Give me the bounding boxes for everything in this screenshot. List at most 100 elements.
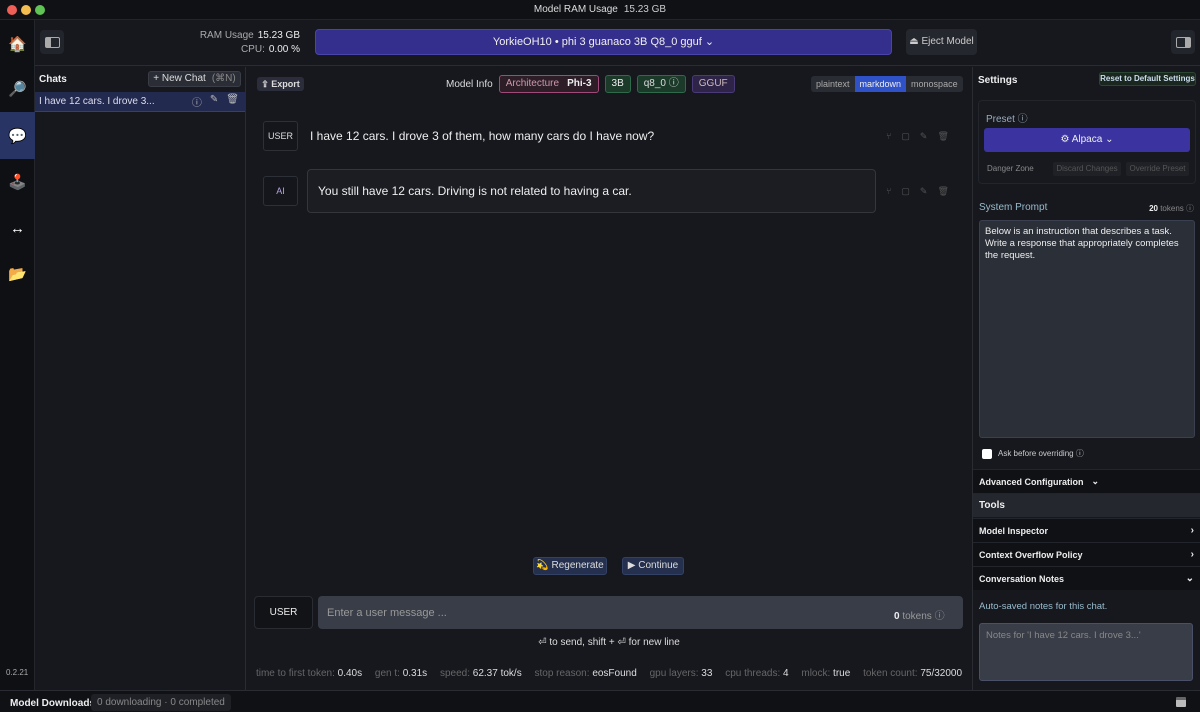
section-label: Model Inspector (979, 525, 1049, 536)
arrows-icon: ↔ (10, 219, 25, 237)
model-downloads-label[interactable]: Model Downloads (10, 698, 95, 709)
chat-list-item[interactable]: I have 12 cars. I drove 3... ⓘ ✎ 🗑︎ (35, 92, 245, 112)
chat-icon: 💬 (8, 127, 27, 145)
cpu-label: CPU: (240, 44, 265, 55)
section-label: Advanced Configuration (979, 476, 1084, 487)
home-icon: 🏠 (8, 36, 27, 53)
quant-badge[interactable]: q8_0 ⓘ (636, 75, 686, 93)
conversation-notes-input[interactable] (979, 623, 1193, 681)
chat-title: I have 12 cars. I drove 3... (39, 96, 155, 107)
copy-icon[interactable]: ▢ (901, 186, 910, 197)
message-text: You still have 12 cars. Driving is not r… (307, 169, 876, 213)
preset-label: Preset ⓘ (986, 114, 1028, 125)
input-role-toggle[interactable]: USER (254, 596, 313, 629)
title-bar: Model RAM Usage 15.23 GB (0, 0, 1200, 20)
new-chat-label: + New Chat (153, 73, 206, 84)
conversation-notes-section[interactable]: Conversation Notes ⌄ (973, 566, 1200, 590)
message-ai: AI You still have 12 cars. Driving is no… (263, 169, 876, 213)
stat: cpu threads: 4 (725, 668, 789, 679)
resource-usage: RAM Usage 15.23 GB CPU: 0.00 % (185, 29, 300, 57)
section-label: Tools (979, 500, 1005, 511)
edit-icon[interactable]: ✎ (920, 186, 928, 197)
architecture-label: Architecture (505, 78, 560, 89)
model-inspector-section[interactable]: Model Inspector › (973, 518, 1200, 542)
discard-changes-button[interactable]: Discard Changes (1053, 162, 1121, 176)
model-info: Model Info Architecture Phi-3 3B q8_0 ⓘ G… (446, 75, 735, 93)
message-actions: ⑂ ▢ ✎ 🗑︎ (886, 186, 949, 197)
message-user: USER I have 12 cars. I drove 3 of them, … (263, 121, 654, 151)
token-value: 20 (1149, 204, 1158, 213)
search-icon: 🔎 (8, 81, 27, 98)
downloads-status[interactable]: 0 downloading · 0 completed (91, 694, 231, 711)
danger-zone-label: Danger Zone (987, 164, 1034, 173)
new-chat-button[interactable]: + New Chat (⌘N) (148, 71, 241, 87)
toggle-left-panel-button[interactable] (40, 30, 64, 54)
joystick-icon: 🕹️ (8, 174, 27, 191)
regenerate-button[interactable]: 💫 Regenerate (533, 557, 607, 575)
override-preset-button[interactable]: Override Preset (1126, 162, 1189, 176)
stat: stop reason: eosFound (534, 668, 637, 679)
branch-icon[interactable]: ⑂ (886, 186, 891, 197)
architecture-badge: Architecture Phi-3 (498, 75, 599, 93)
info-icon[interactable]: ⓘ (192, 94, 202, 109)
title-ram-value: 15.23 GB (623, 4, 667, 15)
role-label[interactable]: AI (263, 176, 298, 206)
toggle-right-panel-button[interactable] (1171, 30, 1195, 54)
format-markdown[interactable]: markdown (854, 76, 907, 92)
panel-icon[interactable] (1176, 697, 1186, 707)
app-version: 0.2.21 (6, 668, 29, 677)
edit-icon[interactable]: ✎ (920, 131, 928, 142)
title-label: Model RAM Usage (533, 4, 618, 15)
advanced-configuration-section[interactable]: Advanced Configuration ⌄ (973, 469, 1200, 493)
chevron-right-icon: › (1190, 525, 1194, 536)
format-monospace[interactable]: monospace (906, 76, 963, 92)
branch-icon[interactable]: ⑂ (886, 131, 891, 142)
checkbox[interactable] (982, 448, 992, 459)
model-info-label: Model Info (446, 78, 493, 90)
sidebar-right-icon (1175, 36, 1191, 48)
tools-heading: Tools (973, 493, 1200, 517)
stat: speed: 62.37 tok/s (439, 668, 522, 679)
message-input[interactable] (318, 596, 963, 629)
edit-icon[interactable]: ✎ (210, 94, 218, 109)
system-prompt-input[interactable]: Below is an instruction that describes a… (979, 220, 1195, 438)
stat: token count: 75/32000 (863, 668, 963, 679)
generation-stats: time to first token: 0.40s gen t: 0.31s … (246, 668, 972, 679)
nav-chat[interactable]: 💬 (0, 112, 35, 159)
chat-main: ⇪ Export Model Info Architecture Phi-3 3B… (246, 67, 972, 690)
system-prompt-tokens: 20 tokens ⓘ (1149, 203, 1194, 214)
delete-icon[interactable]: 🗑︎ (937, 131, 948, 142)
delete-icon[interactable]: 🗑︎ (937, 186, 948, 197)
system-prompt-label: System Prompt (979, 202, 1048, 213)
ram-label: RAM Usage (199, 30, 254, 41)
chevron-down-icon: ⌄ (1185, 573, 1194, 584)
reset-settings-button[interactable]: Reset to Default Settings (1099, 72, 1196, 86)
message-actions: ⑂ ▢ ✎ 🗑︎ (886, 131, 949, 142)
continue-button[interactable]: ▶ Continue (622, 557, 684, 575)
format-plaintext[interactable]: plaintext (811, 76, 855, 92)
export-button[interactable]: ⇪ Export (257, 77, 304, 91)
section-label: Conversation Notes (979, 573, 1065, 584)
nav-search[interactable]: 🔎 (0, 67, 35, 111)
chats-panel: Chats + New Chat (⌘N) I have 12 cars. I d… (35, 67, 246, 690)
role-label[interactable]: USER (263, 121, 298, 151)
message-text: I have 12 cars. I drove 3 of them, how m… (310, 129, 655, 143)
nav-models[interactable]: 📂 (0, 252, 35, 296)
render-format-toggle: plaintext markdown monospace (811, 76, 963, 92)
ask-before-overriding[interactable]: Ask before overriding ⓘ (982, 448, 1084, 459)
nav-playground[interactable]: 🕹️ (0, 160, 35, 204)
copy-icon[interactable]: ▢ (901, 131, 910, 142)
stat: time to first token: 0.40s (255, 668, 363, 679)
model-selector[interactable]: YorkieOH10 • phi 3 guanaco 3B Q8_0 gguf … (315, 29, 892, 55)
cpu-value: 0.00 % (268, 44, 300, 55)
settings-heading: Settings (978, 75, 1018, 86)
trash-icon[interactable]: 🗑︎ (226, 94, 239, 109)
stat: gpu layers: 33 (649, 668, 713, 679)
folder-icon: 📂 (8, 266, 27, 283)
eject-model-button[interactable]: ⏏ Eject Model (906, 29, 977, 55)
settings-panel: Settings Reset to Default Settings Prese… (972, 67, 1200, 690)
nav-home[interactable]: 🏠 (0, 22, 35, 66)
context-overflow-section[interactable]: Context Overflow Policy › (973, 542, 1200, 566)
nav-server[interactable]: ↔ (0, 206, 35, 250)
preset-selector[interactable]: ⚙ Alpaca ⌄ (984, 128, 1190, 152)
